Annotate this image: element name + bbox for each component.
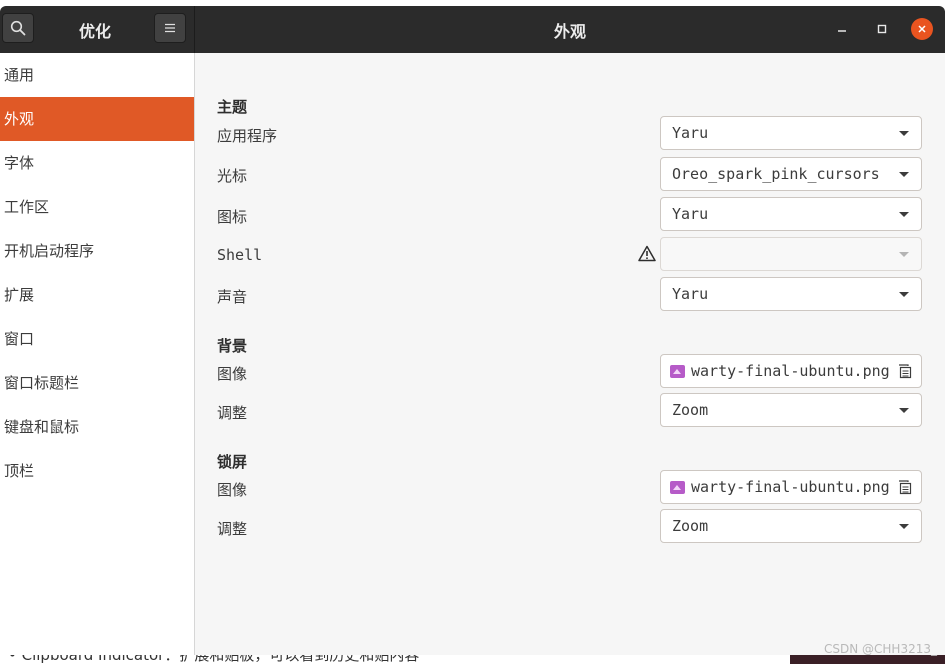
- lockscreen-image-label: 图像: [217, 481, 248, 499]
- icons-theme-dropdown[interactable]: Yaru: [660, 197, 922, 231]
- applications-theme-dropdown[interactable]: Yaru: [660, 116, 922, 150]
- icons-label: 图标: [217, 208, 248, 226]
- background-image-file-button[interactable]: warty-final-ubuntu.png: [660, 354, 922, 388]
- lockscreen-adjust-label: 调整: [217, 520, 248, 538]
- sidebar-item-windows[interactable]: 窗口: [0, 317, 194, 361]
- search-icon: [10, 20, 26, 36]
- minimize-icon: [838, 30, 846, 32]
- sidebar-item-keyboard-mouse[interactable]: 键盘和鼠标: [0, 405, 194, 449]
- close-button[interactable]: [911, 18, 933, 40]
- shell-label: Shell: [217, 246, 263, 264]
- chevron-down-icon: [899, 131, 909, 136]
- sidebar-item-extensions[interactable]: 扩展: [0, 273, 194, 317]
- sound-label: 声音: [217, 288, 248, 306]
- applications-label: 应用程序: [217, 127, 278, 145]
- document-open-icon: [899, 480, 912, 495]
- icons-theme-value: Yaru: [672, 205, 709, 223]
- tweaks-window: 优化 外观 通用 外观 字体 工作区 开机启动程序 扩展 窗口 窗口标题栏 键盘…: [0, 6, 945, 655]
- sidebar-item-window-titlebars[interactable]: 窗口标题栏: [0, 361, 194, 405]
- chevron-down-icon: [899, 408, 909, 413]
- applications-theme-value: Yaru: [672, 124, 709, 142]
- sound-theme-dropdown[interactable]: Yaru: [660, 277, 922, 311]
- app-title: 优化: [78, 21, 111, 41]
- background-adjust-label: 调整: [217, 404, 248, 422]
- document-open-icon: [899, 364, 912, 379]
- header-bar: 优化 外观: [0, 6, 945, 53]
- cursor-theme-value: Oreo_spark_pink_cursors: [672, 165, 880, 183]
- watermark: CSDN @CHH3213_: [824, 642, 937, 656]
- sidebar-item-appearance[interactable]: 外观: [0, 97, 194, 141]
- close-icon: [918, 25, 926, 33]
- shell-theme-dropdown[interactable]: [660, 237, 922, 271]
- maximize-icon: [877, 24, 887, 34]
- sidebar-item-fonts[interactable]: 字体: [0, 141, 194, 185]
- background-image-label: 图像: [217, 365, 248, 383]
- lockscreen-adjust-dropdown[interactable]: Zoom: [660, 509, 922, 543]
- section-title-background: 背景: [217, 337, 248, 355]
- background-image-value: warty-final-ubuntu.png: [691, 362, 890, 380]
- hamburger-menu-icon: [165, 23, 175, 33]
- cursor-label: 光标: [217, 167, 248, 185]
- sidebar-item-general[interactable]: 通用: [0, 53, 194, 97]
- lockscreen-image-file-button[interactable]: warty-final-ubuntu.png: [660, 470, 922, 504]
- chevron-down-icon: [899, 524, 909, 529]
- sidebar-item-top-bar[interactable]: 顶栏: [0, 449, 194, 493]
- background-adjust-dropdown[interactable]: Zoom: [660, 393, 922, 427]
- menu-button[interactable]: [154, 13, 186, 43]
- sidebar-item-workspaces[interactable]: 工作区: [0, 185, 194, 229]
- chevron-down-icon: [899, 212, 909, 217]
- lockscreen-image-value: warty-final-ubuntu.png: [691, 478, 890, 496]
- maximize-button[interactable]: [871, 18, 893, 40]
- chevron-down-icon: [899, 172, 909, 177]
- sidebar-item-startup-applications[interactable]: 开机启动程序: [0, 229, 194, 273]
- chevron-down-icon: [899, 252, 909, 257]
- minimize-button[interactable]: [831, 18, 853, 40]
- sidebar: 通用 外观 字体 工作区 开机启动程序 扩展 窗口 窗口标题栏 键盘和鼠标 顶栏: [0, 53, 195, 655]
- warning-icon: [638, 245, 656, 266]
- sound-theme-value: Yaru: [672, 285, 709, 303]
- image-file-icon: [670, 364, 685, 378]
- image-file-icon: [670, 480, 685, 494]
- section-title-theme: 主题: [217, 98, 248, 116]
- appearance-panel: 主题 应用程序 Yaru 光标 Oreo_spark_pink_cursors …: [195, 53, 945, 655]
- chevron-down-icon: [899, 292, 909, 297]
- search-button[interactable]: [2, 13, 34, 43]
- section-title-lockscreen: 锁屏: [217, 453, 248, 471]
- background-adjust-value: Zoom: [672, 401, 709, 419]
- cursor-theme-dropdown[interactable]: Oreo_spark_pink_cursors: [660, 157, 922, 191]
- header-left-pane: 优化: [0, 6, 195, 53]
- lockscreen-adjust-value: Zoom: [672, 517, 709, 535]
